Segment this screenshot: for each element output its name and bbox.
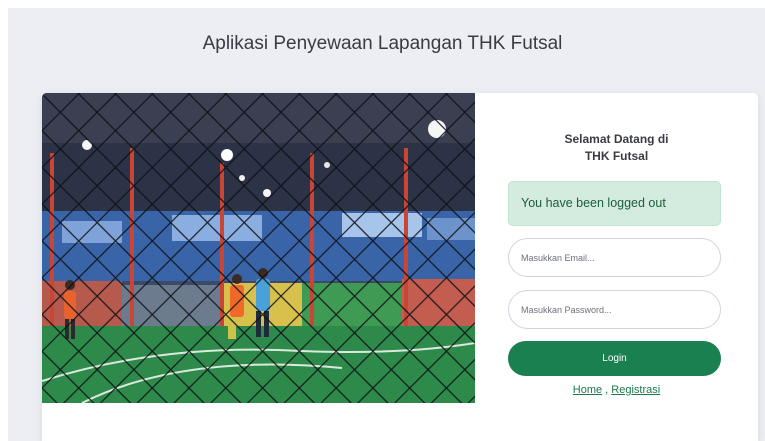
futsal-court-photo <box>42 93 475 403</box>
logout-alert: You have been logged out <box>508 181 721 226</box>
login-form: Selamat Datang di THK Futsal You have be… <box>475 93 758 441</box>
welcome-line-2: THK Futsal <box>584 149 649 163</box>
login-button[interactable]: Login <box>508 341 721 376</box>
link-separator: , <box>602 384 612 396</box>
page-title: Aplikasi Penyewaan Lapangan THK Futsal <box>202 33 563 54</box>
register-link[interactable]: Registrasi <box>611 384 660 396</box>
home-link[interactable]: Home <box>573 384 602 396</box>
email-input[interactable] <box>508 238 721 277</box>
welcome-line-1: Selamat Datang di <box>564 132 669 146</box>
welcome-heading: Selamat Datang di THK Futsal <box>475 131 758 165</box>
futsal-court-photo-image <box>42 93 475 403</box>
password-input[interactable] <box>508 290 721 329</box>
login-card: Selamat Datang di THK Futsal You have be… <box>42 93 758 441</box>
footer-links: Home , Registrasi <box>475 384 758 396</box>
